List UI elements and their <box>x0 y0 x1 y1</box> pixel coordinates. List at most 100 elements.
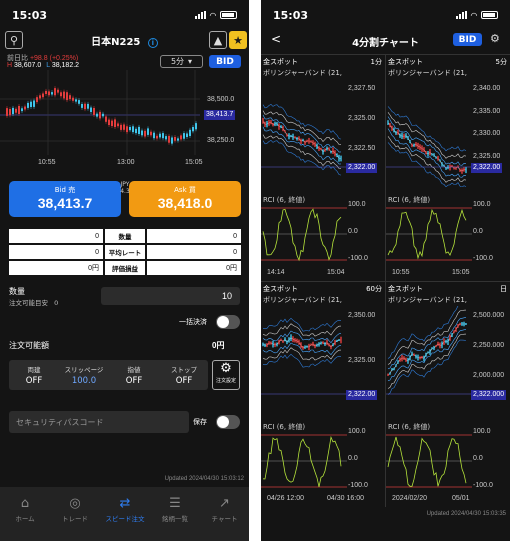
bollinger-band-line <box>262 353 342 368</box>
chart-pane[interactable]: 金スポット 日ボリンジャーバンド (21, 2,500.000 2,250.000 2,… <box>386 282 510 507</box>
candle <box>189 129 191 136</box>
price-tick: 38,250.0 <box>207 137 235 144</box>
candle <box>427 151 429 157</box>
save-toggle[interactable] <box>216 415 240 429</box>
speed-order-icon: ⇄ <box>119 496 131 511</box>
candle <box>66 92 68 101</box>
pane-interval: 5分 <box>495 58 507 66</box>
bid-price: 38,413.7 <box>37 195 93 211</box>
rci-line <box>262 435 342 487</box>
price-tick: 38,500.0 <box>207 96 235 103</box>
bollinger-band-line <box>262 317 342 332</box>
candle <box>399 357 401 362</box>
candle <box>270 341 272 345</box>
rci-tick: 100.0 <box>473 201 491 208</box>
candle <box>306 139 308 143</box>
candle <box>405 133 407 139</box>
candle <box>314 344 316 349</box>
candle <box>296 137 298 141</box>
candle <box>318 342 320 347</box>
candle <box>108 119 110 125</box>
candle <box>72 97 74 101</box>
gear-icon[interactable]: ⚙ <box>490 32 500 45</box>
order-settings-panel[interactable]: 両建 OFF スリッページ 100.0 指値 OFF ストップ OFF <box>9 360 208 390</box>
rci-tick: 100.0 <box>348 428 366 435</box>
candle <box>57 89 59 93</box>
bulk-settle-toggle[interactable] <box>216 315 240 329</box>
current-price-tag: 2,322.000 <box>471 390 507 400</box>
high-value: 38,607.0 <box>14 62 42 69</box>
candle <box>407 357 409 364</box>
candle <box>306 345 308 348</box>
candle <box>433 153 435 157</box>
interval-select[interactable]: 5分 ▾ <box>160 55 203 68</box>
bell-icon[interactable]: ▲ <box>209 31 227 49</box>
bid-toggle-button[interactable]: BID <box>209 55 241 68</box>
favorite-star-icon[interactable]: ★ <box>229 31 247 49</box>
spread-currency: JPY <box>120 181 130 188</box>
bid-toggle-button[interactable]: BID <box>453 33 482 46</box>
chart-pane[interactable]: 金スポット 60分 ボリンジャーバンド (21, 2,350.00 2,325.00 2,… <box>261 282 385 507</box>
candle <box>120 124 122 130</box>
candle <box>401 132 403 139</box>
candle <box>117 123 119 127</box>
info-icon[interactable]: i <box>147 38 158 48</box>
candle <box>51 92 53 95</box>
candle <box>443 338 445 345</box>
available-value: 0円 <box>212 341 225 350</box>
candle <box>264 121 266 127</box>
price-tick: 2,500.000 <box>473 312 505 319</box>
tab-speed-order[interactable]: ⇄ スピード注文 <box>100 487 150 533</box>
candle <box>399 133 401 138</box>
stop-value: OFF <box>175 376 193 386</box>
time-tick: 15:05 <box>452 269 470 276</box>
price-tick: 2,340.00 <box>473 85 501 92</box>
tab-trade[interactable]: ◎ トレード <box>50 487 100 533</box>
candle <box>441 162 443 167</box>
bid-sell-button[interactable]: Bid 売 38,413.7 <box>9 181 121 217</box>
price-tick: 2,325.00 <box>348 115 376 122</box>
tab-chart[interactable]: ↗ チャート <box>200 487 249 533</box>
tab-symbol-list[interactable]: ☰ 銘柄一覧 <box>150 487 200 533</box>
candle <box>162 133 164 139</box>
price-chart[interactable] <box>0 70 249 170</box>
security-passcode-input[interactable]: セキュリティパスコード <box>9 411 189 433</box>
candle <box>6 108 8 116</box>
rci-tick: 0.0 <box>473 455 483 462</box>
candle <box>304 140 306 145</box>
candle <box>292 336 294 343</box>
pane-symbol: 金スポット <box>263 285 298 293</box>
candle <box>389 122 391 128</box>
buy-qty: 0 <box>147 229 241 243</box>
pane-interval: 1分 <box>370 58 382 66</box>
time-tick: 10:55 <box>38 159 56 166</box>
ask-buy-button[interactable]: Ask 買 38,418.0 <box>129 181 241 217</box>
pane-price-chart <box>386 106 472 187</box>
home-icon: ⌂ <box>20 496 30 511</box>
time-tick: 2024/02/20 <box>392 495 428 502</box>
status-time: 15:03 <box>12 8 48 22</box>
pane-price-chart <box>261 317 347 395</box>
candle <box>324 342 326 346</box>
candle <box>274 342 276 348</box>
pane-interval: 日 <box>500 285 507 293</box>
pane-symbol: 金スポット <box>388 285 423 293</box>
instrument-title: 日本N225 <box>91 37 141 48</box>
candle <box>266 120 268 128</box>
candle <box>147 128 149 135</box>
chart-pane[interactable]: 金スポット 1分 ボリンジャーバンド (21, 2,327.50 2,325.00 2,3… <box>261 55 385 281</box>
candle <box>393 127 395 133</box>
save-label: 保存 <box>193 418 207 426</box>
gear-icon: ⚙ <box>220 361 232 376</box>
candle <box>60 92 62 97</box>
quantity-input[interactable]: 10 <box>101 287 240 305</box>
time-tick: 04/26 12:00 <box>267 495 304 502</box>
chart-pane[interactable]: 金スポット 5分 ボリンジャーバンド (21, 2,340.00 2,335.00 2,3… <box>386 55 510 281</box>
price-tick: 2,322.50 <box>348 145 376 152</box>
tab-home[interactable]: ⌂ ホーム <box>0 487 50 533</box>
candle <box>423 355 425 362</box>
bollinger-band-line <box>262 114 342 153</box>
price-tick: 2,000.000 <box>473 372 505 379</box>
price-tick: 2,350.00 <box>348 312 376 319</box>
order-settings-button[interactable]: ⚙ 注文設定 <box>212 360 240 390</box>
